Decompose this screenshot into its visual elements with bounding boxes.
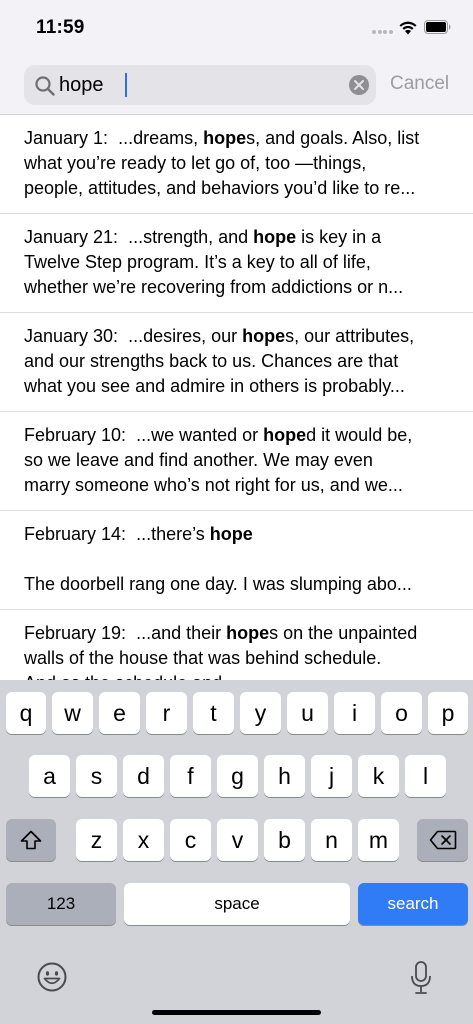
result-date: January 21: — [24, 227, 119, 247]
result-match: hope — [253, 227, 297, 247]
battery-icon — [424, 20, 451, 34]
key-z[interactable]: z — [76, 819, 117, 861]
key-t[interactable]: t — [193, 692, 234, 734]
result-line-3: The doorbell rang one day. I was slumpin… — [24, 574, 412, 594]
key-w[interactable]: w — [52, 692, 93, 734]
result-date: January 30: — [24, 326, 119, 346]
result-match: hope — [226, 623, 270, 643]
search-icon — [35, 76, 55, 96]
numbers-key[interactable]: 123 — [6, 883, 116, 925]
result-line-1: January 1: ...dreams, hopes, and goals. … — [24, 128, 420, 148]
key-j[interactable]: j — [311, 755, 352, 797]
result-line-3: people, attitudes, and behaviors you’d l… — [24, 178, 416, 198]
key-q[interactable]: q — [6, 692, 46, 734]
list-item[interactable]: January 1: ...dreams, hopes, and goals. … — [0, 115, 473, 214]
search-key[interactable]: search — [358, 883, 468, 925]
key-e[interactable]: e — [99, 692, 140, 734]
text-caret — [125, 73, 127, 97]
key-a[interactable]: a — [29, 755, 70, 797]
search-header: Cancel — [0, 56, 473, 115]
key-k[interactable]: k — [358, 755, 399, 797]
result-line-3: marry someone who’s not right for us, an… — [24, 475, 403, 495]
result-line-1: February 19: ...and their hopes on the u… — [24, 623, 418, 643]
key-x[interactable]: x — [123, 819, 164, 861]
key-u[interactable]: u — [287, 692, 328, 734]
key-n[interactable]: n — [311, 819, 352, 861]
result-line-3: And as the schedule and... — [24, 671, 449, 680]
key-h[interactable]: h — [264, 755, 305, 797]
key-c[interactable]: c — [170, 819, 211, 861]
cancel-button[interactable]: Cancel — [390, 73, 449, 95]
key-s[interactable]: s — [76, 755, 117, 797]
result-date: February 10: — [24, 425, 127, 445]
status-time: 11:59 — [36, 17, 85, 38]
key-m[interactable]: m — [358, 819, 399, 861]
result-line-2: and our strengths back to us. Chances ar… — [24, 351, 399, 371]
cellular-signal-icon — [372, 30, 394, 48]
list-item[interactable]: February 10: ...we wanted or hoped it wo… — [0, 412, 473, 511]
shift-key[interactable] — [6, 819, 56, 861]
status-bar: 11:59 — [0, 0, 473, 56]
result-match: hope — [263, 425, 307, 445]
key-b[interactable]: b — [264, 819, 305, 861]
key-i[interactable]: i — [334, 692, 375, 734]
space-key[interactable]: space — [124, 883, 350, 925]
key-f[interactable]: f — [170, 755, 211, 797]
result-line-3: what you see and admire in others is pro… — [24, 376, 405, 396]
backspace-key[interactable] — [417, 819, 468, 861]
key-o[interactable]: o — [381, 692, 422, 734]
result-match: hope — [203, 128, 247, 148]
wifi-icon — [399, 21, 417, 35]
result-line-2: what you’re ready to let go of, too —thi… — [24, 153, 367, 173]
backspace-icon — [429, 830, 456, 850]
list-item[interactable]: January 21: ...strength, and hope is key… — [0, 214, 473, 313]
result-line-1: February 14: ...there’s hope — [24, 524, 253, 544]
shift-icon — [20, 830, 42, 850]
search-field[interactable] — [24, 65, 376, 105]
result-line-2: walls of the house that was behind sched… — [24, 648, 382, 668]
result-date: February 14: — [24, 524, 127, 544]
key-g[interactable]: g — [217, 755, 258, 797]
key-l[interactable]: l — [405, 755, 446, 797]
result-line-2 — [24, 547, 449, 572]
clear-icon[interactable] — [349, 75, 369, 95]
key-y[interactable]: y — [240, 692, 281, 734]
emoji-icon[interactable] — [36, 961, 68, 993]
key-v[interactable]: v — [217, 819, 258, 861]
result-date: February 19: — [24, 623, 127, 643]
result-line-1: February 10: ...we wanted or hoped it wo… — [24, 425, 413, 445]
result-line-2: so we leave and find another. We may eve… — [24, 450, 373, 470]
result-line-1: January 30: ...desires, our hopes, our a… — [24, 326, 415, 346]
result-line-1: January 21: ...strength, and hope is key… — [24, 227, 382, 247]
search-input[interactable] — [59, 72, 339, 98]
key-d[interactable]: d — [123, 755, 164, 797]
result-match: hope — [242, 326, 286, 346]
result-match: hope — [209, 524, 253, 544]
key-r[interactable]: r — [146, 692, 187, 734]
list-item[interactable]: January 30: ...desires, our hopes, our a… — [0, 313, 473, 412]
result-date: January 1: — [24, 128, 109, 148]
list-item[interactable]: February 14: ...there’s hope The doorbel… — [0, 511, 473, 610]
microphone-icon[interactable] — [410, 961, 432, 995]
key-p[interactable]: p — [428, 692, 468, 734]
result-line-2: Twelve Step program. It’s a key to all o… — [24, 252, 371, 272]
list-item[interactable]: February 19: ...and their hopes on the u… — [0, 610, 473, 680]
home-indicator[interactable] — [152, 1010, 321, 1015]
keyboard: q w e r t y u i o p a s d f g h j k l z … — [0, 680, 473, 1024]
search-results-list: January 1: ...dreams, hopes, and goals. … — [0, 115, 473, 680]
result-line-3: whether we’re recovering from addictions… — [24, 277, 404, 297]
